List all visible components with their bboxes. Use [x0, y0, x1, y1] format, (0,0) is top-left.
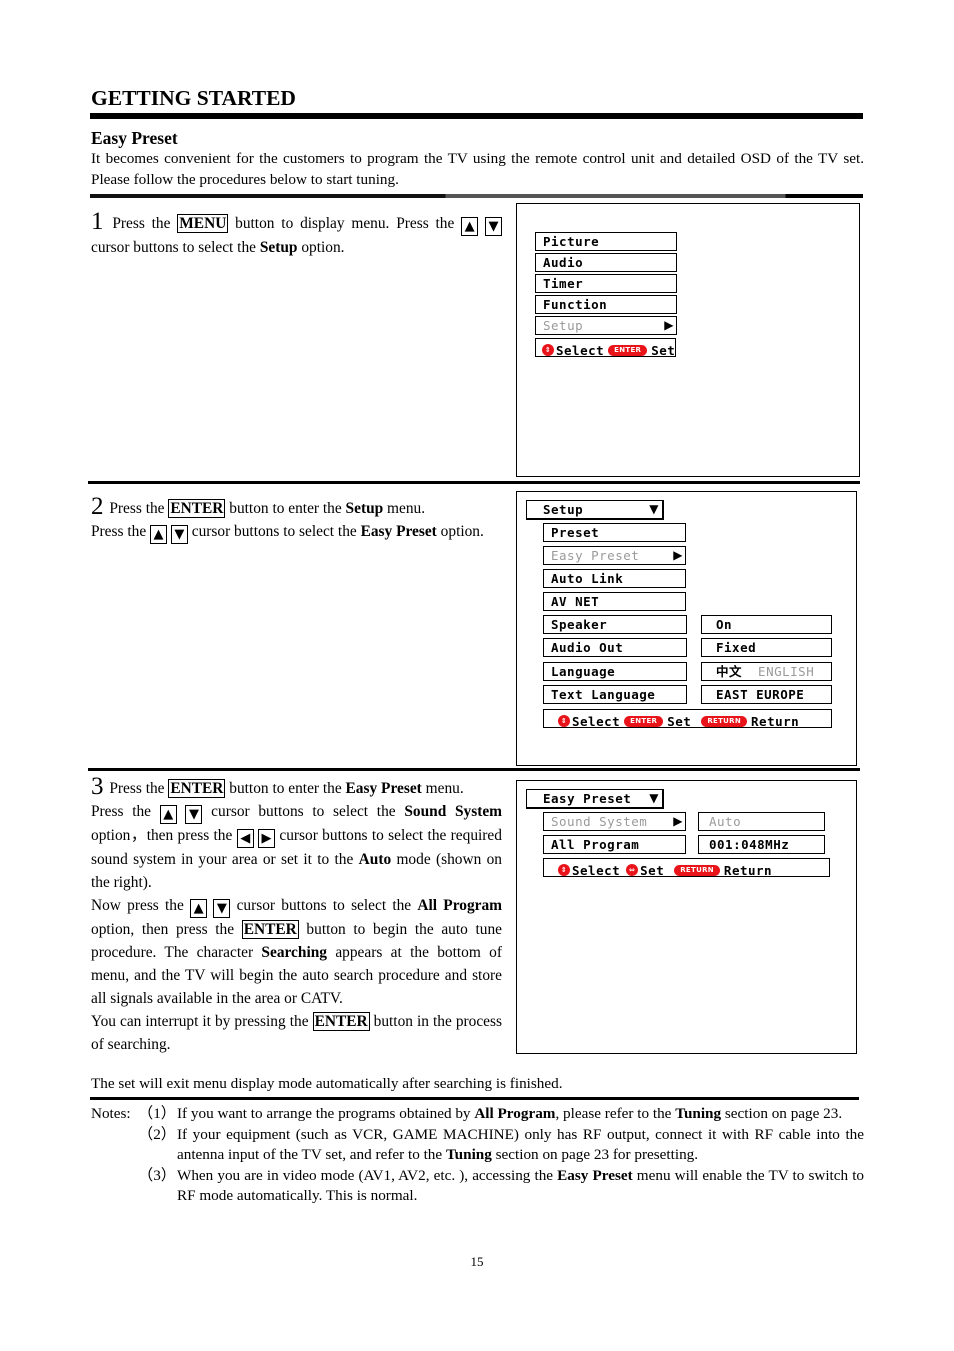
menu-item-setup[interactable]: Setup ▶	[535, 316, 677, 335]
menu-item-timer[interactable]: Timer	[535, 274, 677, 293]
menu-key: MENU	[177, 214, 229, 233]
note-item: Notes: （1） If you want to arrange the pr…	[91, 1104, 864, 1125]
left-right-icon: ⇔	[626, 864, 639, 876]
setup-value-audio-out[interactable]: Fixed	[701, 638, 832, 657]
notes-block: Notes: （1） If you want to arrange the pr…	[91, 1104, 864, 1207]
left-arrow-icon: ◀	[236, 829, 254, 848]
right-arrow-icon: ▶	[664, 318, 674, 332]
closing-text: The set will exit menu display mode auto…	[91, 1075, 563, 1092]
title-rule	[90, 113, 863, 119]
setup-value-language[interactable]: 中文 ENGLISH	[701, 662, 832, 681]
intro-paragraph: It becomes convenient for the customers …	[91, 150, 864, 188]
osd-easy-preset-menu: Easy Preset ▼ Sound System ▶ Auto All Pr…	[516, 780, 857, 1054]
notes-label: Notes:	[91, 1105, 131, 1122]
menu-item-function[interactable]: Function	[535, 295, 677, 314]
osd-main-menu: Picture Audio Timer Function Setup ▶ ⇕ S…	[516, 203, 860, 477]
step-number: 1	[91, 208, 104, 235]
down-triangle-icon: ▼	[649, 791, 659, 805]
menu-hint-bar: ⇕ Select ENTER Set	[535, 338, 676, 358]
return-pill-icon: RETURN	[674, 864, 720, 876]
up-arrow-icon: ▲	[159, 805, 177, 824]
enter-pill-icon: ENTER	[608, 344, 648, 356]
up-down-icon: ⇕	[558, 864, 570, 876]
menu-item-picture[interactable]: Picture	[535, 232, 677, 251]
notes-divider	[90, 1097, 859, 1100]
step-number: 3	[91, 773, 104, 800]
setup-value-speaker[interactable]: On	[701, 615, 832, 634]
right-arrow-icon: ▶	[673, 814, 683, 828]
note-item: （2） If your equipment (such as VCR, GAME…	[138, 1125, 864, 1164]
setup-item-easy-preset[interactable]: Easy Preset ▶	[543, 546, 686, 565]
right-arrow-icon: ▶	[673, 548, 683, 562]
section-divider	[88, 768, 860, 771]
section-divider	[88, 481, 860, 484]
down-arrow-icon: ▼	[485, 217, 502, 236]
setup-value-text-language[interactable]: EAST EUROPE	[701, 685, 832, 704]
setup-item-language[interactable]: Language	[543, 662, 687, 681]
step-1-text: 1 Press the MENU button to display menu.…	[91, 209, 502, 259]
easy-preset-value-all-program[interactable]: 001:048MHz	[698, 835, 825, 854]
setup-item-speaker[interactable]: Speaker	[543, 615, 687, 634]
up-down-icon: ⇕	[542, 344, 554, 356]
setup-item-av-net[interactable]: AV NET	[543, 592, 686, 611]
enter-key: ENTER	[168, 779, 226, 798]
down-triangle-icon: ▼	[649, 502, 659, 516]
up-arrow-icon: ▲	[190, 899, 208, 918]
setup-item-preset[interactable]: Preset	[543, 523, 686, 542]
down-arrow-icon: ▼	[170, 525, 188, 544]
easy-preset-item-all-program[interactable]: All Program	[543, 835, 686, 854]
step-3-text: 3 Press the ENTER button to enter the Ea…	[91, 773, 502, 1053]
note-item: （3） When you are in video mode (AV1, AV2…	[138, 1166, 865, 1205]
return-pill-icon: RETURN	[701, 715, 748, 727]
enter-key: ENTER	[241, 920, 299, 939]
setup-item-auto-link[interactable]: Auto Link	[543, 569, 686, 588]
subsection-title: Easy Preset	[91, 128, 178, 148]
setup-hint-bar: ⇕ Select ENTER Set RETURN Return	[543, 709, 832, 729]
easy-preset-header: Easy Preset ▼	[526, 789, 664, 809]
right-arrow-icon: ▶	[258, 829, 276, 848]
up-arrow-icon: ▲	[461, 217, 479, 236]
enter-key: ENTER	[168, 499, 226, 518]
setup-menu-header: Setup ▼	[526, 500, 664, 520]
step-number: 2	[91, 493, 104, 520]
enter-key: ENTER	[312, 1012, 370, 1031]
easy-preset-value-sound-system[interactable]: Auto	[698, 812, 825, 831]
section-title: GETTING STARTED	[91, 86, 296, 110]
setup-item-text-language[interactable]: Text Language	[543, 685, 687, 704]
up-down-icon: ⇕	[558, 715, 570, 727]
up-arrow-icon: ▲	[150, 525, 168, 544]
page-number: 15	[470, 1254, 484, 1269]
down-arrow-icon: ▼	[213, 899, 231, 918]
down-arrow-icon: ▼	[185, 805, 203, 824]
easy-preset-item-sound-system[interactable]: Sound System ▶	[543, 812, 686, 831]
easy-preset-hint-bar: ⇕ Select ⇔ Set RETURN Return	[543, 858, 830, 878]
enter-pill-icon: ENTER	[624, 715, 664, 727]
menu-item-audio[interactable]: Audio	[535, 253, 677, 272]
step-2-text: 2 Press the ENTER button to enter the Se…	[91, 493, 484, 544]
intro-rule	[90, 194, 863, 198]
osd-setup-menu: Setup ▼ Preset Easy Preset ▶ Auto Link A…	[516, 491, 857, 766]
setup-item-audio-out[interactable]: Audio Out	[543, 638, 687, 657]
